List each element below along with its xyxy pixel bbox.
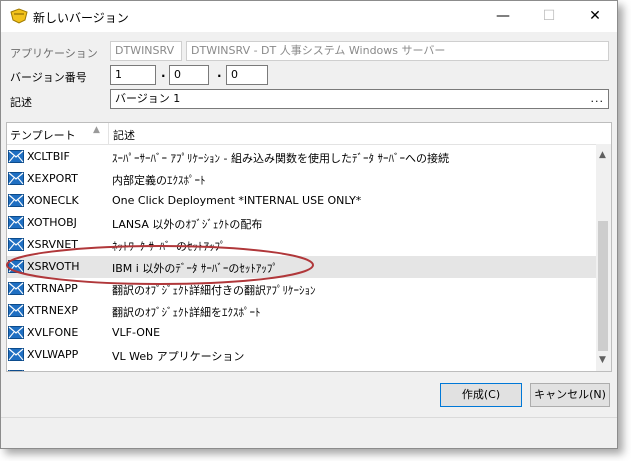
app-icon — [10, 8, 28, 24]
template-description: VL Web アプリケーション — [112, 350, 245, 363]
template-description: ﾈｯﾄﾜｰｸ ｻｰﾊﾞｰのｾｯﾄｱｯﾌﾟ — [112, 240, 226, 253]
template-envelope-icon — [8, 216, 24, 229]
description-label: 記述 — [10, 96, 32, 109]
template-envelope-icon — [8, 238, 24, 251]
maximize-icon: ☐ — [542, 8, 556, 24]
column-header-description[interactable]: 記述 — [113, 127, 135, 143]
more-options-icon[interactable]: ... — [591, 90, 605, 108]
template-description: IBM i 以外のﾃﾞｰﾀ ｻｰﾊﾞｰのｾｯﾄｱｯﾌﾟ — [112, 262, 278, 275]
description-value: バージョン 1 — [115, 92, 181, 105]
table-row[interactable]: XVLFONE VLF-ONE — [7, 322, 596, 344]
template-code: XWAMAPP — [27, 370, 83, 371]
cancel-button[interactable]: キャンセル(N) — [530, 383, 610, 407]
template-description: 翻訳のｵﾌﾞｼﾞｪｸﾄ詳細付きの翻訳ｱﾌﾟﾘｹｰｼｮﾝ — [112, 284, 316, 297]
version-major-input[interactable]: 1 — [110, 65, 156, 85]
template-code: XCLTBIF — [27, 150, 70, 163]
template-description: 内部定義のｴｸｽﾎﾟｰﾄ — [112, 174, 206, 187]
template-envelope-icon — [8, 282, 24, 295]
template-description: LANSA 以外のｵﾌﾞｼﾞｪｸﾄの配布 — [112, 218, 263, 231]
version-patch-input[interactable]: 0 — [226, 65, 268, 85]
scroll-up-icon[interactable]: ▲ — [599, 150, 606, 160]
template-description: WAM アプリケーション — [112, 370, 231, 371]
new-version-dialog: 新しいバージョン — ☐ ✕ アプリケーション DTWINSRV DTWINSR… — [0, 0, 618, 449]
minimize-icon[interactable]: — — [480, 1, 526, 32]
grid-header: テンプレート ▲ 記述 — [7, 123, 611, 145]
table-row[interactable]: XTRNAPP 翻訳のｵﾌﾞｼﾞｪｸﾄ詳細付きの翻訳ｱﾌﾟﾘｹｰｼｮﾝ — [7, 278, 596, 300]
version-label: バージョン番号 — [10, 71, 87, 84]
template-envelope-icon — [8, 172, 24, 185]
template-code: XTRNAPP — [27, 282, 78, 295]
template-description: ｽｰﾊﾟｰｻｰﾊﾞｰ ｱﾌﾟﾘｹｰｼｮﾝ - 組み込み関数を使用したﾃﾞｰﾀ ｻ… — [112, 152, 449, 165]
template-envelope-icon — [8, 348, 24, 361]
table-row[interactable]: XTRNEXP 翻訳のｵﾌﾞｼﾞｪｸﾄ詳細をｴｸｽﾎﾟｰﾄ — [7, 300, 596, 322]
template-envelope-icon — [8, 150, 24, 163]
version-separator: . — [217, 66, 222, 80]
table-row[interactable]: XONECLK One Click Deployment *INTERNAL US… — [7, 190, 596, 212]
template-grid: テンプレート ▲ 記述 XCLTBIF ｽｰﾊﾟｰｻｰﾊﾞｰ ｱﾌﾟﾘｹｰｼｮﾝ … — [6, 122, 612, 372]
template-envelope-icon — [8, 194, 24, 207]
template-code: XONECLK — [27, 194, 79, 207]
scrollbar-thumb[interactable] — [598, 221, 608, 351]
column-divider[interactable] — [108, 123, 109, 144]
table-row[interactable]: XVLWAPP VL Web アプリケーション — [7, 344, 596, 366]
description-input[interactable]: バージョン 1 ... — [110, 89, 609, 109]
template-code: XSRVNET — [27, 238, 78, 251]
application-label: アプリケーション — [10, 47, 98, 60]
template-envelope-icon — [8, 304, 24, 317]
scroll-down-icon[interactable]: ▼ — [599, 355, 606, 365]
template-description: One Click Deployment *INTERNAL USE ONLY* — [112, 194, 362, 207]
version-separator: . — [161, 66, 166, 80]
application-code-field: DTWINSRV — [110, 41, 182, 61]
version-minor-input[interactable]: 0 — [169, 65, 209, 85]
sort-ascending-icon: ▲ — [93, 125, 100, 135]
grid-rows: XCLTBIF ｽｰﾊﾟｰｻｰﾊﾞｰ ｱﾌﾟﾘｹｰｼｮﾝ - 組み込み関数を使用し… — [7, 146, 596, 371]
template-code: XVLFONE — [27, 326, 79, 339]
table-row[interactable]: XWAMAPP WAM アプリケーション — [7, 366, 596, 371]
template-code: XEXPORT — [27, 172, 78, 185]
template-code: XSRVOTH — [27, 260, 80, 273]
template-code: XVLWAPP — [27, 348, 79, 361]
template-description: VLF-ONE — [112, 326, 161, 339]
close-icon[interactable]: ✕ — [572, 1, 618, 32]
template-code: XTRNEXP — [27, 304, 79, 317]
table-row[interactable]: XCLTBIF ｽｰﾊﾟｰｻｰﾊﾞｰ ｱﾌﾟﾘｹｰｼｮﾝ - 組み込み関数を使用し… — [7, 146, 596, 168]
template-envelope-icon — [8, 370, 24, 371]
template-envelope-icon — [8, 326, 24, 339]
status-bar-divider — [1, 417, 617, 418]
table-row[interactable]: XEXPORT 内部定義のｴｸｽﾎﾟｰﾄ — [7, 168, 596, 190]
table-row[interactable]: XSRVOTH IBM i 以外のﾃﾞｰﾀ ｻｰﾊﾞｰのｾｯﾄｱｯﾌﾟ — [7, 256, 596, 278]
template-description: 翻訳のｵﾌﾞｼﾞｪｸﾄ詳細をｴｸｽﾎﾟｰﾄ — [112, 306, 261, 319]
create-button[interactable]: 作成(C) — [440, 383, 522, 407]
template-code: XOTHOBJ — [27, 216, 77, 229]
column-header-template[interactable]: テンプレート — [10, 127, 76, 143]
window-title: 新しいバージョン — [33, 11, 129, 25]
vertical-scrollbar[interactable]: ▲ ▼ — [596, 144, 611, 371]
title-bar: 新しいバージョン — ☐ ✕ — [1, 1, 617, 32]
application-description-field: DTWINSRV - DT 人事システム Windows サーバー — [186, 41, 609, 61]
template-envelope-icon — [8, 260, 24, 273]
table-row[interactable]: XSRVNET ﾈｯﾄﾜｰｸ ｻｰﾊﾞｰのｾｯﾄｱｯﾌﾟ — [7, 234, 596, 256]
table-row[interactable]: XOTHOBJ LANSA 以外のｵﾌﾞｼﾞｪｸﾄの配布 — [7, 212, 596, 234]
